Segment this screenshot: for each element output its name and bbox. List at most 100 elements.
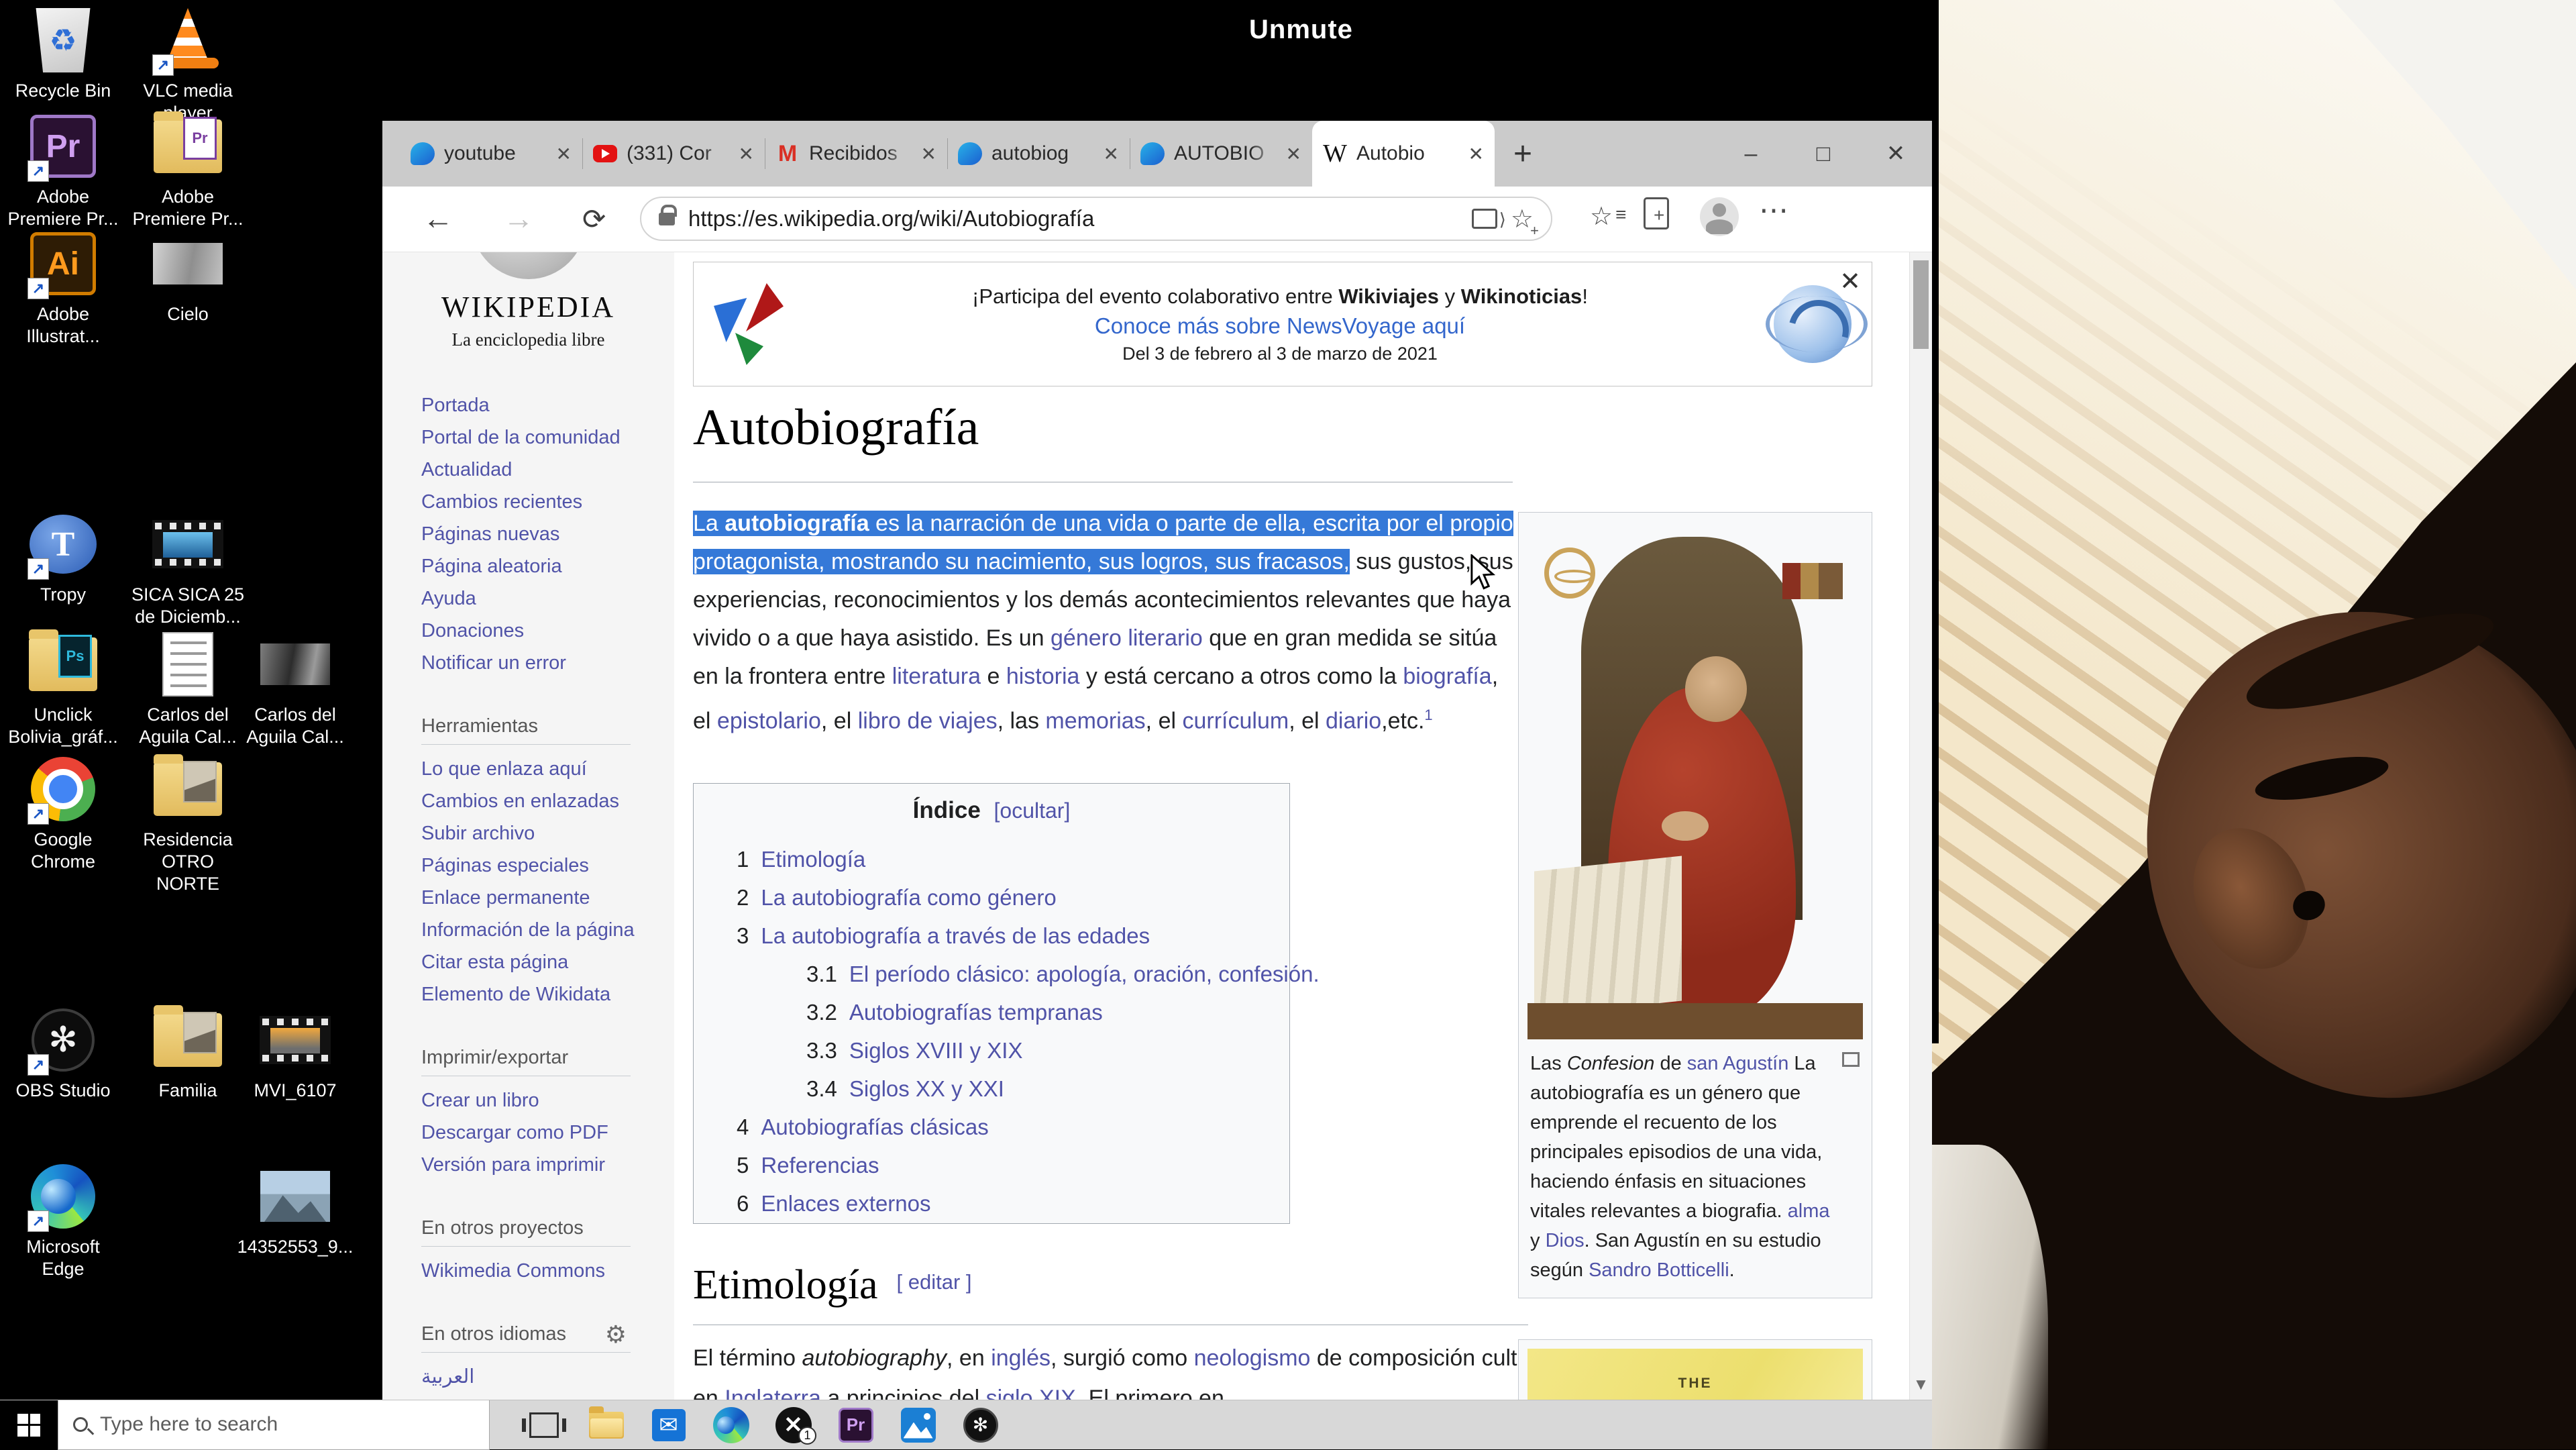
collections-icon[interactable] <box>1648 201 1669 229</box>
sidebar-link[interactable]: Página aleatoria <box>421 550 674 582</box>
intro-paragraph[interactable]: La autobiografía es la narración de una … <box>693 505 1521 740</box>
browser-tab[interactable]: Recibidos✕ <box>765 121 947 187</box>
sidebar-link[interactable]: Notificar un error <box>421 647 674 679</box>
sidebar-link[interactable]: Subir archivo <box>421 817 674 849</box>
profile-avatar[interactable] <box>1700 197 1739 236</box>
sidebar-link[interactable]: Versión para imprimir <box>421 1149 674 1181</box>
toc-item[interactable]: 3.1El período clásico: apología, oración… <box>737 955 1289 993</box>
desktop-icon[interactable]: ↗Adobe Premiere Pr... <box>4 111 122 230</box>
favorites-icon[interactable]: ☆ <box>1590 201 1626 231</box>
taskbar-icon-photos[interactable] <box>887 1400 949 1450</box>
desktop-icon[interactable]: ↗VLC media player <box>129 5 247 124</box>
toc-item[interactable]: 3.2Autobiografías tempranas <box>737 993 1289 1031</box>
toc-item[interactable]: 2La autobiografía como género <box>737 878 1289 917</box>
close-icon[interactable]: ✕ <box>1860 121 1932 187</box>
desktop-icon[interactable]: MVI_6107 <box>236 1004 354 1102</box>
toc-hide-link[interactable]: [ocultar] <box>994 798 1071 823</box>
back-icon[interactable]: ← <box>423 200 453 236</box>
sidebar-link[interactable]: Descargar como PDF <box>421 1117 674 1149</box>
taskbar-icon-obs-studio[interactable] <box>949 1400 1012 1450</box>
sidebar-link[interactable]: Cambios recientes <box>421 486 674 518</box>
book-thumbnail[interactable]: THE <box>1518 1339 1872 1400</box>
tab-close-icon[interactable]: ✕ <box>921 143 936 165</box>
desktop-icon[interactable]: Cielo <box>129 228 247 325</box>
sidebar-link[interactable]: Información de la página <box>421 914 674 946</box>
desktop-icon[interactable]: SICA SICA 25 de Diciemb... <box>129 509 247 628</box>
etymology-paragraph[interactable]: El término autobiography, en inglés, sur… <box>693 1338 1532 1400</box>
add-favorite-icon[interactable]: ☆ <box>1511 204 1534 234</box>
browser-tab[interactable]: AUTOBIO✕ <box>1130 121 1312 187</box>
browser-tab[interactable]: Autobio✕ <box>1312 121 1495 187</box>
botticelli-painting-image[interactable] <box>1527 521 1863 1039</box>
address-bar[interactable]: https://es.wikipedia.org/wiki/Autobiogra… <box>640 197 1552 241</box>
taskbar-search[interactable]: Type here to search <box>58 1400 490 1450</box>
sidebar-link[interactable]: Wikimedia Commons <box>421 1255 674 1287</box>
sidebar-link[interactable]: Enlace permanente <box>421 882 674 914</box>
wikipedia-globe-logo[interactable] <box>468 252 589 284</box>
wikipedia-wordmark[interactable]: WIKIPEDIA <box>382 290 674 324</box>
tab-close-icon[interactable]: ✕ <box>1468 143 1484 165</box>
url-text[interactable]: https://es.wikipedia.org/wiki/Autobiogra… <box>688 206 1094 231</box>
wiki-link[interactable]: inglés <box>991 1345 1051 1371</box>
desktop-icon[interactable]: ↗OBS Studio <box>4 1004 122 1102</box>
sidebar-link[interactable]: Cambios en enlazadas <box>421 785 674 817</box>
sidebar-link[interactable]: Páginas nuevas <box>421 518 674 550</box>
edit-link[interactable]: [ editar ] <box>897 1270 972 1294</box>
toc-item[interactable]: 3La autobiografía a través de las edades <box>737 917 1289 955</box>
sidebar-link[interactable]: العربية <box>421 1361 674 1393</box>
taskbar-icon-xbox[interactable]: 1 <box>762 1400 824 1450</box>
browser-tab[interactable]: youtube✕ <box>400 121 582 187</box>
scrollbar-thumb[interactable] <box>1913 260 1929 349</box>
page-scrollbar[interactable]: ▼ <box>1909 252 1932 1400</box>
wiki-link[interactable]: Inglaterra <box>724 1386 821 1400</box>
desktop-icon[interactable]: 14352553_9... <box>236 1161 354 1258</box>
sidebar-link[interactable]: Donaciones <box>421 615 674 647</box>
taskbar-icon-task-view[interactable] <box>513 1400 575 1450</box>
wiki-link[interactable]: género literario <box>1051 625 1203 651</box>
minimize-icon[interactable]: – <box>1715 121 1787 187</box>
wiki-link[interactable]: Sandro Botticelli <box>1589 1259 1729 1281</box>
toc-item[interactable]: 1Etimología <box>737 840 1289 878</box>
taskbar-icon-edge[interactable] <box>700 1400 762 1450</box>
desktop-icon[interactable]: ↗Tropy <box>4 509 122 606</box>
site-banner[interactable]: ¡Participa del evento colaborativo entre… <box>693 262 1872 386</box>
tab-close-icon[interactable]: ✕ <box>1104 143 1119 165</box>
article-figure[interactable]: Las Confesion de san Agustín La autobiog… <box>1518 512 1872 1298</box>
unmute-label[interactable]: Unmute <box>1249 15 1353 45</box>
desktop-icon[interactable]: Familia <box>129 1004 247 1102</box>
taskbar-icon-file-explorer[interactable] <box>575 1400 637 1450</box>
sidebar-link[interactable]: Páginas especiales <box>421 849 674 882</box>
desktop-icon[interactable]: Carlos del Aguila Cal... <box>129 629 247 748</box>
tab-close-icon[interactable]: ✕ <box>1286 143 1301 165</box>
tab-close-icon[interactable]: ✕ <box>556 143 572 165</box>
reload-icon[interactable]: ⟳ <box>582 203 606 236</box>
sidebar-link[interactable]: Lo que enlaza aquí <box>421 753 674 785</box>
taskbar-icon-premiere-pro[interactable] <box>824 1400 887 1450</box>
wiki-link[interactable]: diario <box>1326 708 1381 733</box>
wiki-link[interactable]: siglo XIX <box>986 1386 1076 1400</box>
desktop-icon[interactable]: ↗Microsoft Edge <box>4 1161 122 1280</box>
wiki-link[interactable]: neologismo <box>1194 1345 1311 1371</box>
tab-close-icon[interactable]: ✕ <box>739 143 754 165</box>
wiki-link[interactable]: libro de viajes <box>858 708 998 733</box>
browser-tab[interactable]: autobiog✕ <box>947 121 1130 187</box>
wiki-link[interactable]: memorias <box>1045 708 1145 733</box>
toc-item[interactable]: 6Enlaces externos <box>737 1184 1289 1223</box>
sidebar-link[interactable]: Portal de la comunidad <box>421 421 674 454</box>
desktop-icon[interactable]: Recycle Bin <box>4 5 122 102</box>
sidebar-link[interactable]: Actualidad <box>421 454 674 486</box>
sidebar-link[interactable]: Elemento de Wikidata <box>421 978 674 1011</box>
desktop-icon[interactable]: Carlos del Aguila Cal... <box>236 629 354 748</box>
wiki-link[interactable]: historia <box>1006 664 1080 689</box>
desktop-icon[interactable]: Unclick Bolivia_gráf... <box>4 629 122 748</box>
browser-tab[interactable]: (331) Cor✕ <box>582 121 765 187</box>
desktop-icon[interactable]: Residencia OTRO NORTE <box>129 754 247 895</box>
toc-item[interactable]: 5Referencias <box>737 1146 1289 1184</box>
wiki-link[interactable]: currículum <box>1182 708 1289 733</box>
gear-icon[interactable]: ⚙ <box>605 1320 627 1349</box>
toc-item[interactable]: 3.4Siglos XX y XXI <box>737 1070 1289 1108</box>
maximize-icon[interactable]: □ <box>1787 121 1860 187</box>
wiki-link[interactable]: alma <box>1788 1200 1830 1222</box>
desktop-icon[interactable]: ↗Google Chrome <box>4 754 122 873</box>
wiki-link[interactable]: san Agustín <box>1687 1053 1789 1074</box>
